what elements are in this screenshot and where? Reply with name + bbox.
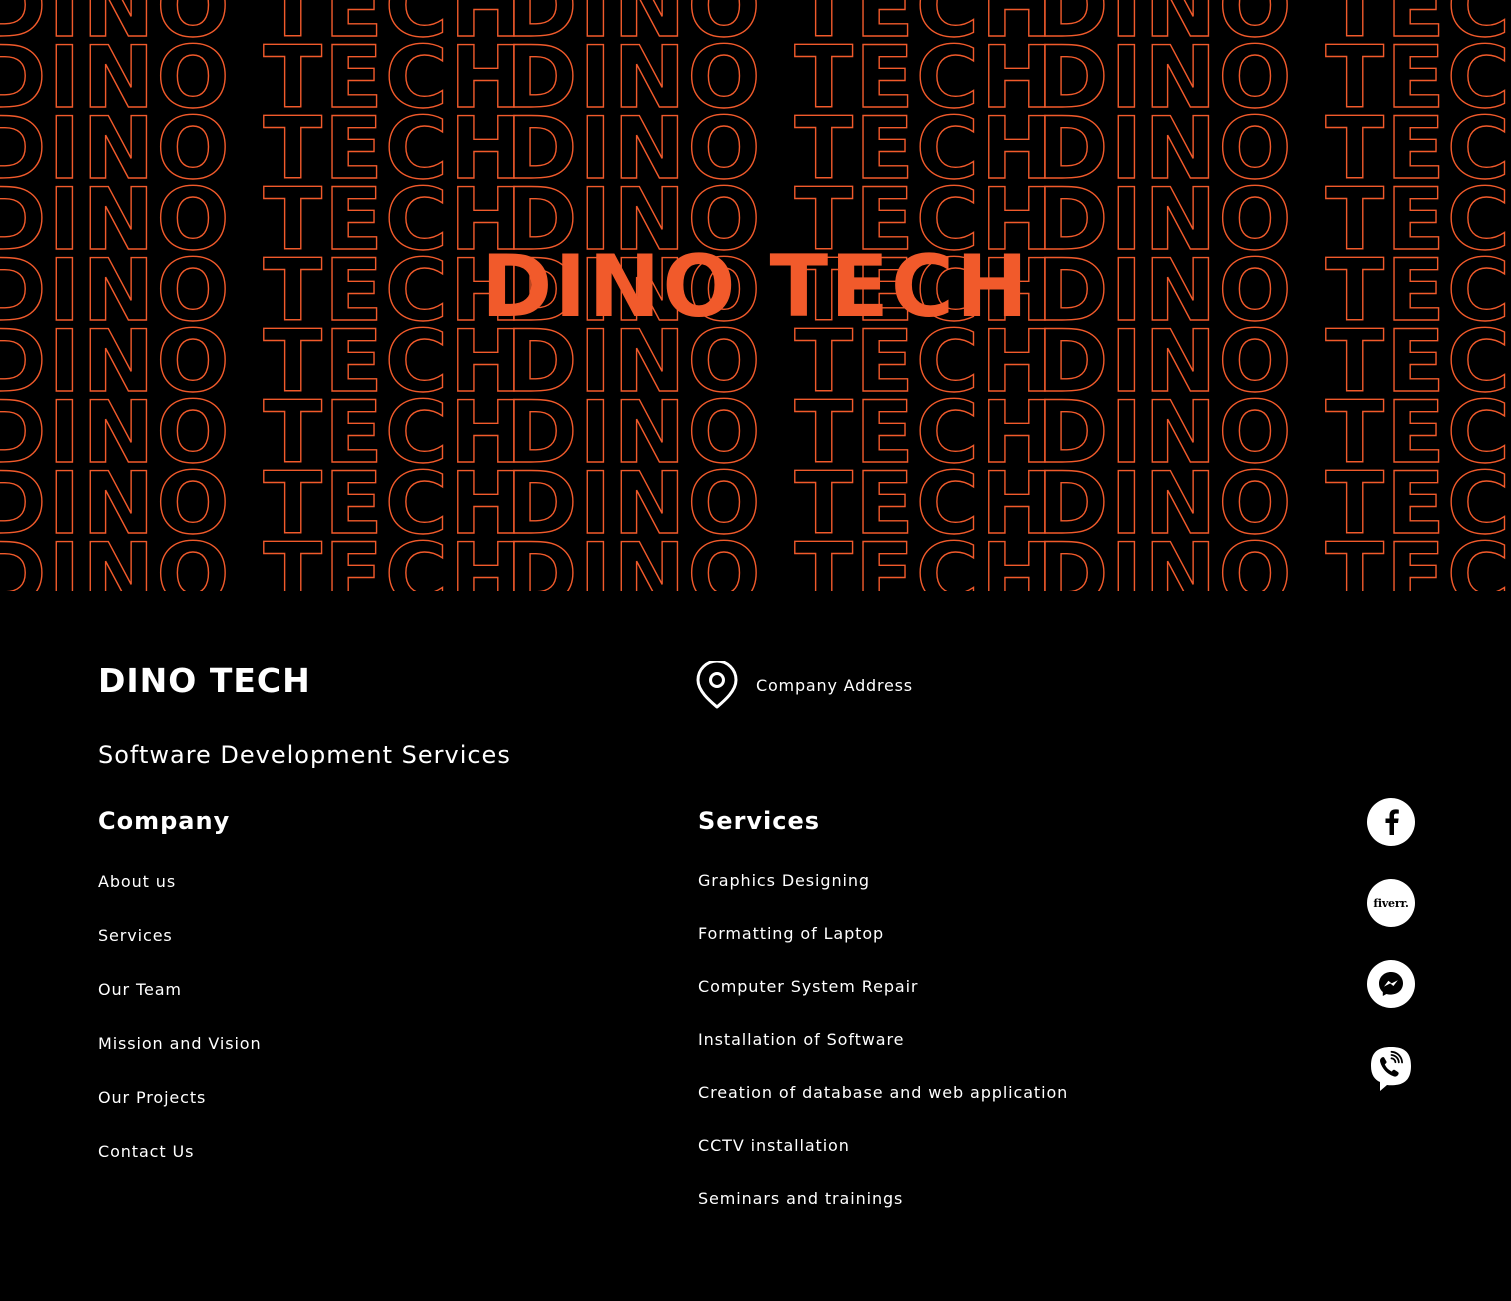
footer-brand-name: DINO TECH	[98, 661, 311, 700]
services-links: Graphics Designing Formatting of Laptop …	[698, 870, 1068, 1241]
service-link-seminars-trainings[interactable]: Seminars and trainings	[698, 1188, 1068, 1210]
company-link-our-team[interactable]: Our Team	[98, 979, 262, 1001]
company-address[interactable]: Company Address	[696, 661, 913, 709]
fiverr-button[interactable]: fiverr.	[1367, 879, 1415, 927]
service-link-database-web-app[interactable]: Creation of database and web application	[698, 1082, 1068, 1104]
hero-title: DINO TECH	[481, 237, 1030, 337]
footer-tagline: Software Development Services	[98, 741, 511, 769]
hero-pattern-word: DINO TECH	[0, 525, 524, 591]
company-link-services[interactable]: Services	[98, 925, 262, 947]
hero-banner: DINO TECHDINO TECHDINO TECHDINO TECHDINO…	[0, 0, 1511, 591]
service-link-cctv-installation[interactable]: CCTV installation	[698, 1135, 1068, 1157]
company-heading: Company	[98, 807, 231, 835]
messenger-icon	[1379, 972, 1403, 996]
fiverr-icon: fiverr.	[1373, 896, 1409, 910]
location-pin-icon	[696, 661, 738, 709]
service-link-graphics-designing[interactable]: Graphics Designing	[698, 870, 1068, 892]
company-address-label: Company Address	[756, 675, 913, 695]
service-link-formatting-laptop[interactable]: Formatting of Laptop	[698, 923, 1068, 945]
services-heading: Services	[698, 807, 821, 835]
company-link-mission-vision[interactable]: Mission and Vision	[98, 1033, 262, 1055]
company-link-about-us[interactable]: About us	[98, 871, 262, 893]
company-link-contact-us[interactable]: Contact Us	[98, 1141, 262, 1163]
company-link-our-projects[interactable]: Our Projects	[98, 1087, 262, 1109]
viber-icon	[1371, 1047, 1411, 1091]
hero-pattern-word: DINO TECH	[506, 525, 1055, 591]
viber-button[interactable]	[1367, 1046, 1415, 1094]
hero-pattern-word: DINO TECH	[1037, 525, 1511, 591]
service-link-software-installation[interactable]: Installation of Software	[698, 1029, 1068, 1051]
facebook-button[interactable]	[1367, 798, 1415, 846]
facebook-icon	[1385, 809, 1399, 835]
company-links: About us Services Our Team Mission and V…	[98, 871, 262, 1195]
messenger-button[interactable]	[1367, 960, 1415, 1008]
service-link-computer-repair[interactable]: Computer System Repair	[698, 976, 1068, 998]
